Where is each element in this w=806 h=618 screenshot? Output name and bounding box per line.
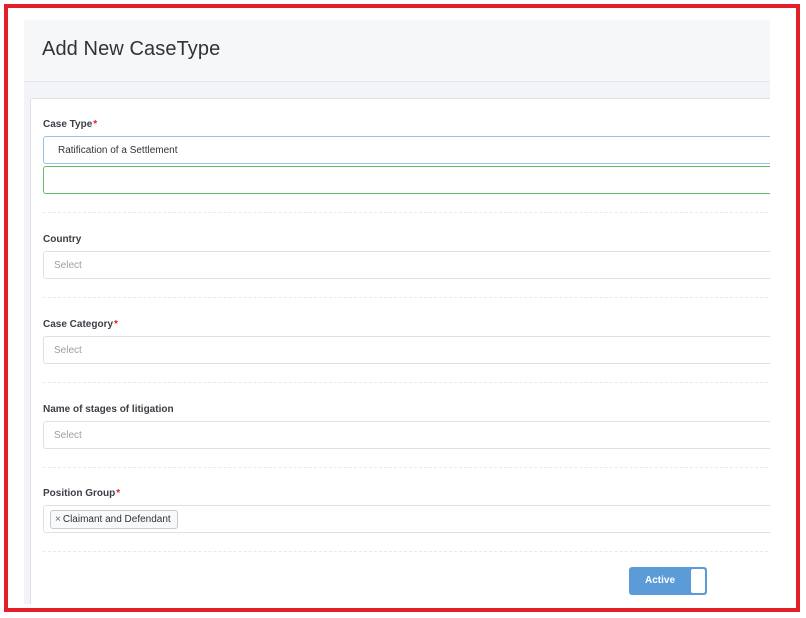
country-select[interactable]: Select xyxy=(43,251,770,279)
position-group-label: Position Group* xyxy=(43,488,120,499)
required-mark: * xyxy=(114,319,118,330)
position-group-tag: × Claimant and Defendant xyxy=(50,510,178,529)
case-type-label: Case Type* xyxy=(43,119,97,130)
tag-label: Claimant and Defendant xyxy=(62,514,171,525)
country-placeholder: Select xyxy=(54,260,82,271)
case-type-secondary-input[interactable] xyxy=(43,166,770,194)
toggle-knob xyxy=(691,569,705,593)
divider xyxy=(43,382,770,383)
form-viewport: Add New CaseType Case Type* Country Sele… xyxy=(24,20,770,604)
position-group-select[interactable]: × Claimant and Defendant xyxy=(43,505,770,533)
active-toggle[interactable]: Active xyxy=(629,567,707,595)
divider xyxy=(43,297,770,298)
position-group-label-text: Position Group xyxy=(43,488,116,499)
divider xyxy=(43,551,770,552)
divider xyxy=(43,212,770,213)
case-category-placeholder: Select xyxy=(54,345,82,356)
required-mark: * xyxy=(93,119,98,130)
case-category-label-text: Case Category xyxy=(43,319,114,330)
divider xyxy=(43,467,770,468)
stages-label: Name of stages of litigation xyxy=(43,404,174,415)
active-toggle-label: Active xyxy=(644,575,675,586)
required-mark: * xyxy=(116,488,121,499)
case-type-input[interactable] xyxy=(43,136,770,164)
screenshot-frame: Add New CaseType Case Type* Country Sele… xyxy=(4,4,800,612)
page-title: Add New CaseType xyxy=(42,38,221,60)
stages-select[interactable]: Select xyxy=(43,421,770,449)
country-label: Country xyxy=(43,234,82,245)
case-type-label-text: Case Type xyxy=(43,119,93,130)
tag-remove-icon[interactable]: × xyxy=(55,514,61,525)
case-category-label: Case Category* xyxy=(43,319,118,330)
page-header: Add New CaseType xyxy=(24,20,770,82)
case-type-form: Case Type* Country Select Case Category*… xyxy=(30,98,770,604)
stages-placeholder: Select xyxy=(54,430,82,441)
case-category-select[interactable]: Select xyxy=(43,336,770,364)
